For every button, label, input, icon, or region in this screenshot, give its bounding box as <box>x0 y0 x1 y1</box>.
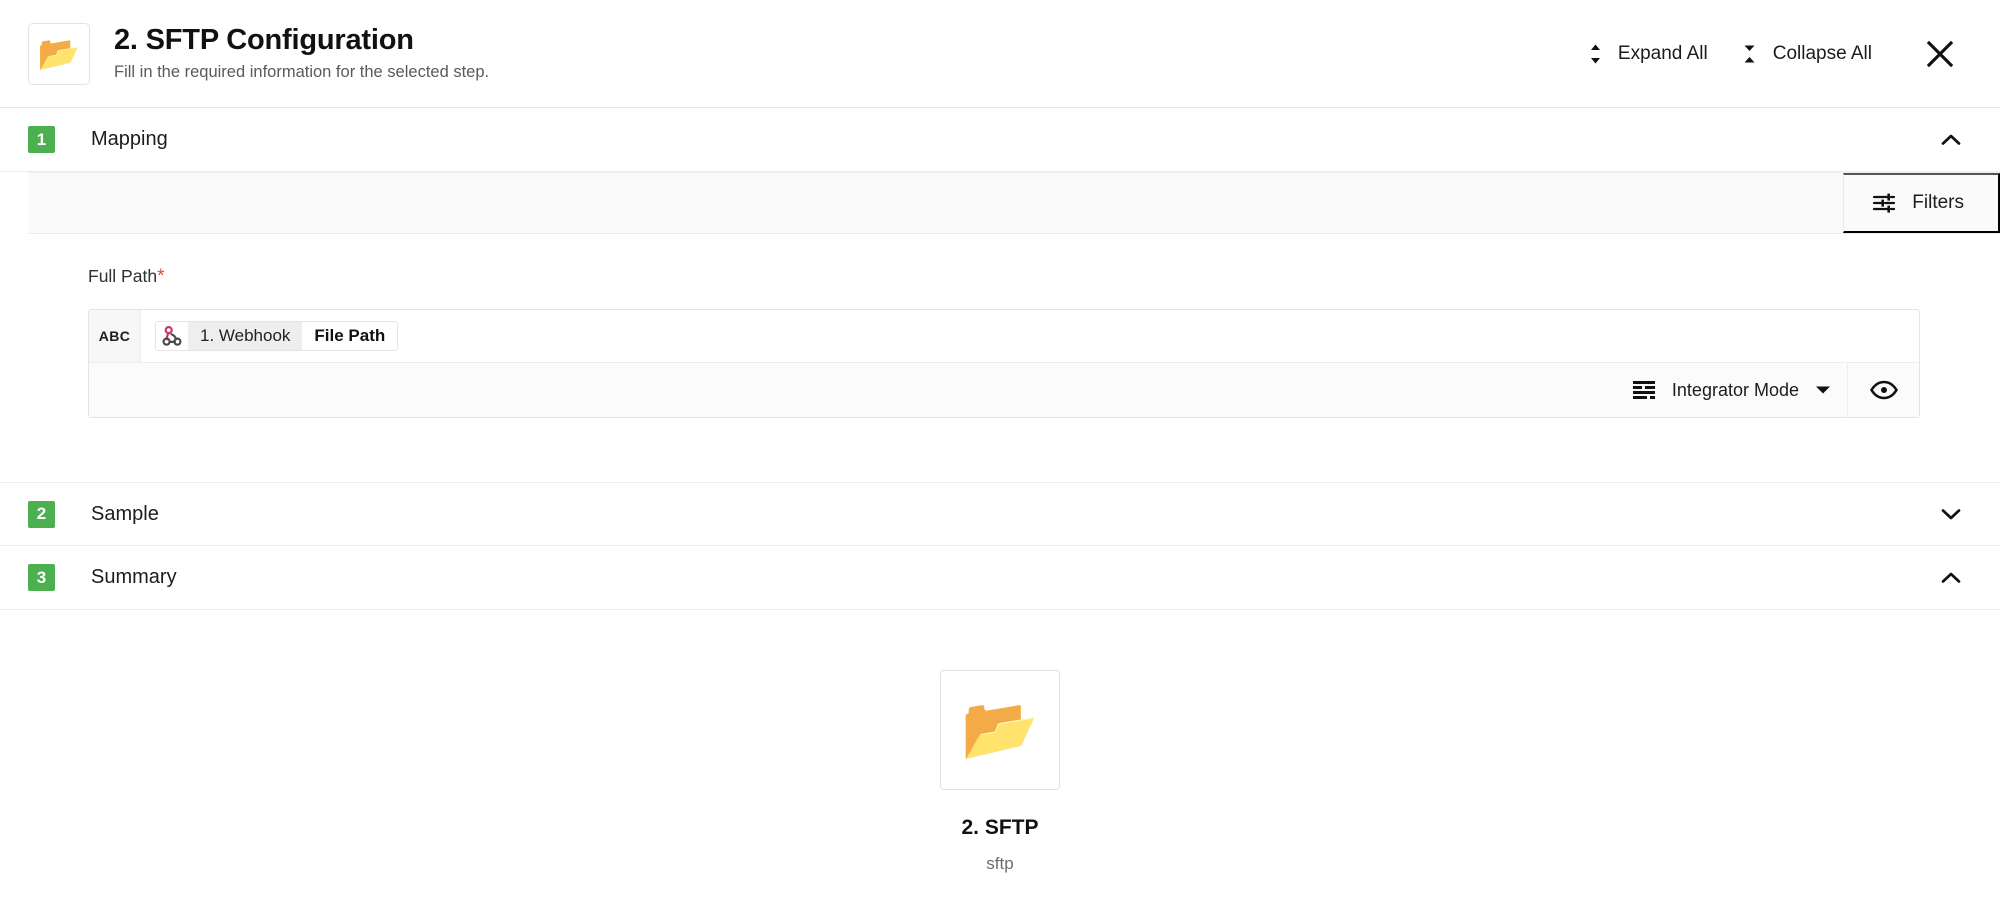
view-headline-icon <box>1632 380 1656 400</box>
token-field-label: File Path <box>302 322 398 350</box>
filters-button[interactable]: Filters <box>1843 173 2000 233</box>
section-title-sample: Sample <box>91 502 159 525</box>
webhook-icon <box>156 322 188 350</box>
header-text-group: 2. SFTP Configuration Fill in the requir… <box>114 24 490 82</box>
collapse-all-label: Collapse All <box>1772 42 1872 64</box>
section-title-mapping: Mapping <box>91 128 168 150</box>
open-folder-emoji: 📂 <box>961 695 1039 764</box>
full-path-field-group: Full Path* ABC 1. Webhook File Path Inte… <box>0 234 2000 418</box>
expand-all-label: Expand All <box>1617 42 1708 64</box>
close-icon <box>1926 40 1954 68</box>
caret-down-icon <box>1815 385 1831 395</box>
full-path-label: Full Path* <box>88 266 2000 287</box>
full-path-input-footer: Integrator Mode <box>89 362 1919 417</box>
preview-toggle-button[interactable] <box>1847 363 1919 417</box>
eye-icon <box>1869 379 1898 401</box>
summary-step-card[interactable]: 📂 <box>940 670 1060 790</box>
step-icon-box: 📂 <box>28 22 90 85</box>
chevron-down-icon[interactable] <box>1936 499 1966 529</box>
summary-step-type: sftp <box>986 854 1014 873</box>
token-source-label: 1. Webhook <box>188 322 303 350</box>
integrator-mode-select[interactable]: Integrator Mode <box>1614 363 1847 417</box>
full-path-input-row: ABC 1. Webhook File Path <box>89 310 1919 362</box>
full-path-input-box[interactable]: ABC 1. Webhook File Path Integrator Mode <box>88 309 1920 418</box>
mapping-toolbar: Filters <box>28 172 2000 234</box>
page-subtitle: Fill in the required information for the… <box>114 63 490 82</box>
integrator-mode-label: Integrator Mode <box>1671 379 1799 400</box>
full-path-input[interactable]: 1. Webhook File Path <box>141 310 1919 362</box>
summary-panel: 📂 2. SFTP sftp <box>0 610 2000 874</box>
chevron-up-icon[interactable] <box>1936 125 1966 155</box>
collapse-all-button[interactable]: Collapse All <box>1724 35 1888 73</box>
open-folder-emoji: 📂 <box>37 34 81 73</box>
step-badge-2: 2 <box>28 500 55 528</box>
step-badge-3: 3 <box>28 564 55 591</box>
expand-all-button[interactable]: Expand All <box>1571 35 1724 73</box>
full-path-label-text: Full Path <box>88 266 158 286</box>
section-header-mapping[interactable]: 1 Mapping <box>0 108 2000 172</box>
step-badge-1: 1 <box>28 126 55 153</box>
unfold-less-icon <box>1740 43 1759 65</box>
section-header-summary[interactable]: 3 Summary <box>0 546 2000 610</box>
close-button[interactable] <box>1918 32 1962 76</box>
section-title-summary: Summary <box>91 566 177 588</box>
modal-body: 1 Mapping Filters Full Path* ABC 1. Webh… <box>0 108 2000 874</box>
required-marker: * <box>157 266 165 287</box>
page-title: 2. SFTP Configuration <box>114 24 414 57</box>
mapping-token-chip[interactable]: 1. Webhook File Path <box>155 321 399 351</box>
section-header-sample[interactable]: 2 Sample <box>0 482 2000 546</box>
header-actions: Expand All Collapse All <box>1571 32 1962 76</box>
filters-label: Filters <box>1912 192 1964 213</box>
unfold-more-icon <box>1587 43 1604 65</box>
chevron-up-icon[interactable] <box>1936 563 1966 593</box>
type-badge-abc: ABC <box>89 310 141 362</box>
tune-sliders-icon <box>1872 191 1896 215</box>
modal-header: 📂 2. SFTP Configuration Fill in the requ… <box>0 0 2000 108</box>
summary-step-name: 2. SFTP <box>961 816 1039 839</box>
